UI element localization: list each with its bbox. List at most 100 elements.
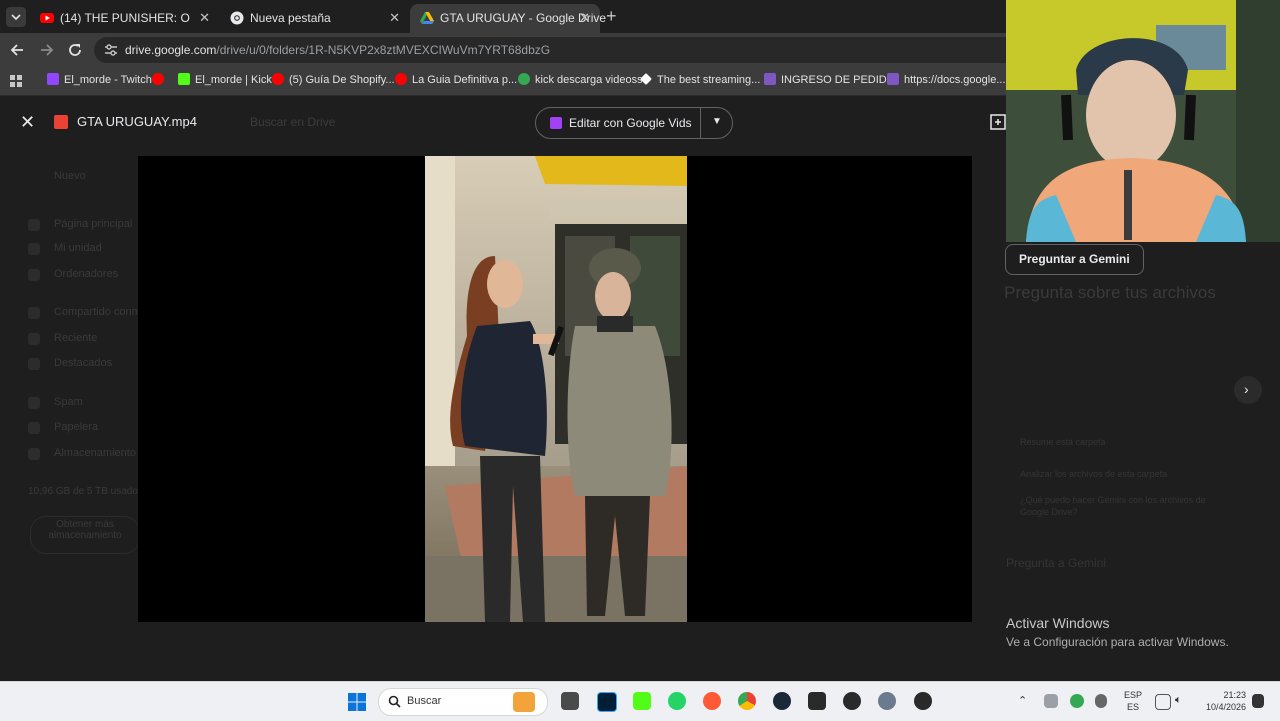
settings-gear-icon[interactable] bbox=[878, 692, 896, 710]
capcut-icon[interactable] bbox=[703, 692, 721, 710]
forward-arrow-icon[interactable] bbox=[37, 41, 55, 59]
video-frame-image bbox=[425, 156, 687, 622]
tab-title: Nueva pestaña bbox=[250, 11, 331, 25]
dropdown-caret-icon[interactable]: ▼ bbox=[712, 116, 722, 127]
ask-gemini-button[interactable]: Preguntar a Gemini bbox=[1005, 244, 1144, 275]
tab-search-button[interactable] bbox=[6, 7, 26, 27]
language-code: ESP bbox=[1124, 690, 1143, 700]
close-tab-icon[interactable]: ✕ bbox=[389, 10, 400, 26]
tab-title: (14) THE PUNISHER: One Last K bbox=[60, 11, 190, 25]
shared-icon bbox=[28, 307, 40, 319]
clock-date: 10/4/2026 bbox=[1205, 702, 1246, 712]
sidebar-item: Papelera bbox=[54, 421, 99, 433]
close-tab-icon[interactable]: ✕ bbox=[579, 10, 590, 26]
system-clock[interactable]: 21:23 10/4/2026 bbox=[1196, 689, 1246, 713]
youtube-icon bbox=[272, 73, 284, 85]
whatsapp-icon[interactable] bbox=[668, 692, 686, 710]
address-bar[interactable]: drive.google.com/drive/u/0/folders/1R-N5… bbox=[94, 37, 1094, 63]
back-arrow-icon[interactable] bbox=[9, 41, 27, 59]
sidebar-item: Almacenamiento bbox=[54, 447, 136, 459]
spam-icon bbox=[28, 397, 40, 409]
kick-app-icon[interactable] bbox=[633, 692, 651, 710]
check-icon bbox=[518, 73, 530, 85]
apps-grid-icon[interactable] bbox=[10, 75, 22, 87]
google-drive-icon bbox=[420, 11, 434, 25]
edit-with-google-vids-button[interactable]: Editar con Google Vids ▼ bbox=[535, 107, 733, 139]
bookmark-best-streaming[interactable]: The best streaming... bbox=[640, 73, 760, 86]
button-divider bbox=[700, 108, 701, 138]
task-view-icon[interactable] bbox=[561, 692, 579, 710]
gemini-input-placeholder[interactable]: Pregunta a Gemini bbox=[1006, 556, 1106, 570]
sidebar-item: Ordenadores bbox=[54, 268, 119, 280]
close-tab-icon[interactable]: ✕ bbox=[199, 10, 210, 26]
drive-icon bbox=[28, 243, 40, 255]
new-tab-plus-icon[interactable]: + bbox=[606, 6, 617, 27]
gemini-suggestion[interactable]: Resume esta carpeta bbox=[1020, 437, 1106, 447]
network-off-icon[interactable] bbox=[1044, 694, 1058, 708]
sidebar-item: Reciente bbox=[54, 332, 98, 344]
bookmark-twitch[interactable]: El_morde - Twitch bbox=[47, 73, 152, 86]
search-icon bbox=[388, 695, 401, 708]
windows-taskbar: Buscar ⌃ ESP ES 🔈︎ 21:23 10/4/2026 bbox=[0, 681, 1280, 721]
google-vids-icon bbox=[550, 117, 562, 129]
taskbar-search-label: Buscar bbox=[407, 695, 442, 707]
bookmark-label: kick descarga videoss bbox=[535, 74, 643, 86]
tab-new-tab[interactable]: Nueva pestaña ✕ bbox=[220, 4, 410, 33]
chevron-down-icon bbox=[11, 14, 21, 21]
bookmark-label: INGRESO DE PEDID... bbox=[781, 74, 896, 86]
video-player[interactable] bbox=[138, 156, 972, 622]
bookmark-kick[interactable]: El_morde | Kick bbox=[178, 73, 272, 86]
sidebar-item: Página principal bbox=[54, 218, 133, 230]
site-settings-icon[interactable] bbox=[104, 43, 118, 57]
show-hidden-icons-chevron-icon[interactable]: ⌃ bbox=[1018, 694, 1027, 707]
windows-start-icon[interactable] bbox=[348, 693, 366, 711]
edit-button-label: Editar con Google Vids bbox=[569, 116, 692, 130]
input-language[interactable]: ESP ES bbox=[1124, 689, 1142, 713]
diamond-icon bbox=[640, 73, 652, 85]
bookmark-docs-google[interactable]: https://docs.google.... bbox=[887, 73, 1009, 86]
gemini-suggestion[interactable]: ¿Qué puedo hacer Gemini con los archivos… bbox=[1020, 494, 1220, 518]
notification-bell-icon[interactable] bbox=[1252, 694, 1264, 708]
speaker-icon[interactable]: 🔈︎ bbox=[1175, 694, 1182, 707]
bookmark-kick-descarga[interactable]: kick descarga videoss bbox=[518, 73, 643, 86]
bookmark-shopify-guide[interactable]: (5) Guía De Shopify... bbox=[272, 73, 395, 86]
activate-windows-title: Activar Windows bbox=[1006, 615, 1110, 631]
bookmark-label: El_morde - Twitch bbox=[64, 74, 152, 86]
bookmark-label: El_morde | Kick bbox=[195, 74, 272, 86]
gemini-suggestion[interactable]: Analizar los archivos de esta carpeta bbox=[1020, 469, 1167, 479]
star-icon bbox=[28, 358, 40, 370]
url-domain: drive.google.com bbox=[125, 43, 217, 57]
microphone-icon[interactable] bbox=[1095, 694, 1107, 708]
bookmark-ingreso-pedidos[interactable]: INGRESO DE PEDID... bbox=[764, 73, 896, 86]
close-viewer-icon[interactable]: ✕ bbox=[20, 112, 35, 133]
tab-punisher[interactable]: (14) THE PUNISHER: One Last K ✕ bbox=[30, 4, 220, 33]
taskbar-search-box[interactable]: Buscar bbox=[378, 688, 548, 716]
tab-gta-uruguay-drive[interactable]: GTA URUGUAY - Google Drive ✕ bbox=[410, 4, 606, 33]
keyboard-layout: ES bbox=[1127, 702, 1140, 712]
epic-games-icon[interactable] bbox=[808, 692, 826, 710]
obs-icon[interactable] bbox=[843, 692, 861, 710]
chrome-icon bbox=[230, 11, 244, 25]
clock-time: 21:23 bbox=[1223, 690, 1246, 700]
kick-icon bbox=[178, 73, 190, 85]
sidebar-item: Mi unidad bbox=[54, 242, 102, 254]
bookmark-label: (5) Guía De Shopify... bbox=[289, 74, 395, 86]
bookmark-youtube[interactable] bbox=[152, 73, 169, 86]
bookmark-guia-definitiva[interactable]: La Guia Definitiva p... bbox=[395, 73, 517, 86]
youtube-icon bbox=[40, 11, 54, 25]
security-icon[interactable] bbox=[1070, 694, 1084, 708]
photoshop-icon[interactable] bbox=[597, 692, 617, 712]
youtube-icon bbox=[152, 73, 164, 85]
sidebar-item: Destacados bbox=[54, 357, 113, 369]
home-icon bbox=[28, 219, 40, 231]
steam-icon[interactable] bbox=[773, 692, 791, 710]
form-icon bbox=[887, 73, 899, 85]
computer-icon bbox=[28, 269, 40, 281]
youtube-icon bbox=[395, 73, 407, 85]
media-player-icon[interactable] bbox=[914, 692, 932, 710]
wifi-icon[interactable] bbox=[1155, 694, 1171, 710]
video-file-icon bbox=[54, 115, 68, 129]
reload-icon[interactable] bbox=[66, 41, 84, 59]
chrome-taskbar-icon[interactable] bbox=[738, 692, 756, 710]
search-highlight-art-icon bbox=[513, 692, 535, 712]
